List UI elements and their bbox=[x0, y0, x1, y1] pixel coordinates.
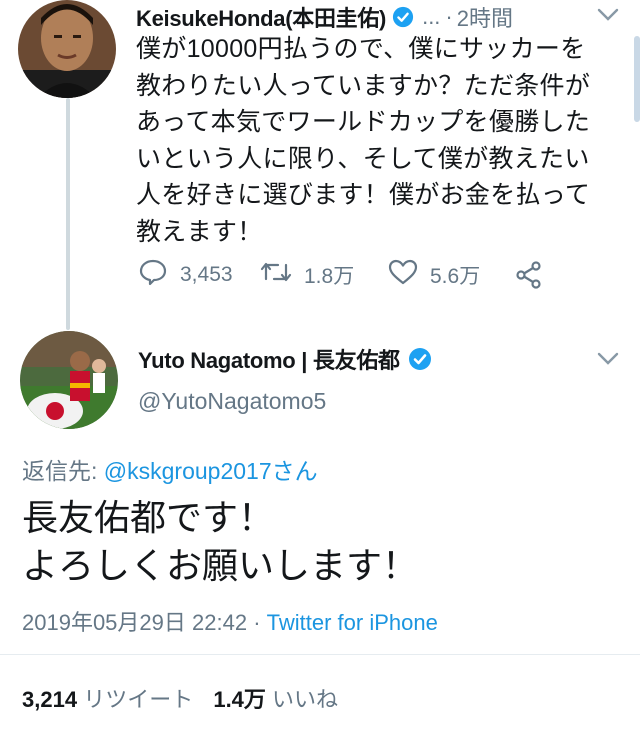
tweet-text-honda: 僕が10000円払うので、僕にサッカーを 教わりたい人っていますか？ただ条件が … bbox=[136, 31, 590, 250]
like-label: いいね bbox=[272, 687, 339, 712]
retweet-label: リツイート bbox=[83, 687, 194, 712]
chevron-down-icon[interactable] bbox=[597, 8, 619, 27]
time-separator: · bbox=[445, 4, 453, 29]
retweet-count: 3,214 bbox=[22, 687, 78, 712]
tweet-text-line: 教わりたい人っていますか？ただ条件が bbox=[136, 71, 591, 100]
reply-to-label: 返信先: bbox=[22, 458, 98, 484]
ellipsis: ... bbox=[422, 4, 441, 29]
scrollbar[interactable] bbox=[634, 36, 640, 122]
retweet-count: 1.8万 bbox=[304, 265, 355, 288]
chevron-down-icon[interactable] bbox=[597, 352, 619, 371]
tweet-text-line: 僕が10000円払うので、僕にサッカーを bbox=[136, 35, 586, 63]
display-name[interactable]: Yuto Nagatomo | 長友佑都 bbox=[138, 343, 400, 375]
tweet-text-line: あって本気でワールドカップを優勝した bbox=[136, 108, 591, 136]
reply-to: 返信先: @kskgroup2017さん bbox=[22, 452, 318, 486]
stat-likes[interactable]: 1.4万 いいね bbox=[213, 687, 338, 712]
reply-button[interactable]: 3,453 bbox=[138, 258, 233, 292]
user-handle[interactable]: @YutoNagatomo5 bbox=[138, 388, 326, 415]
reply-to-handle[interactable]: @kskgroup2017さん bbox=[104, 458, 318, 484]
tweet-text-line: 教えます！ bbox=[136, 217, 263, 246]
share-icon bbox=[514, 261, 544, 294]
tweet-text-line: 長友佑都です！ bbox=[22, 497, 275, 538]
tweet-meta: 2019年05月29日 22:42 · Twitter for iPhone bbox=[22, 605, 438, 637]
tweet-stats: 3,214 リツイート 1.4万 いいね bbox=[22, 682, 338, 714]
tweet-header-honda: KeisukeHonda(本田圭佑) ... · 2時間 bbox=[136, 2, 513, 32]
tweet-date: 2019年05月29日 22:42 bbox=[22, 610, 248, 635]
avatar-honda[interactable] bbox=[18, 0, 116, 98]
like-button[interactable]: 5.6万 bbox=[388, 258, 480, 292]
tweet-source[interactable]: Twitter for iPhone bbox=[267, 610, 438, 635]
like-count: 5.6万 bbox=[430, 265, 481, 288]
source-separator: · bbox=[253, 610, 261, 635]
share-button[interactable] bbox=[514, 260, 544, 295]
display-name[interactable]: KeisukeHonda(本田圭佑) bbox=[136, 1, 386, 33]
tweet-text-nagatomo: 長友佑都です！ よろしくお願いします！ bbox=[22, 494, 418, 590]
tweet-header-nagatomo: Yuto Nagatomo | 長友佑都 bbox=[138, 343, 432, 375]
like-count: 1.4万 bbox=[213, 687, 266, 712]
tweet-actions: 3,453 1.8万 5.6万 bbox=[138, 258, 558, 292]
avatar-nagatomo[interactable] bbox=[20, 331, 118, 429]
tweet-text-line: 人を好きに選びます！僕がお金を払って bbox=[136, 181, 591, 209]
retweet-icon bbox=[260, 259, 304, 291]
thread-line bbox=[66, 98, 70, 330]
tweet-text-line: いという人に限り、そして僕が教えたい bbox=[136, 144, 590, 173]
reply-count: 3,453 bbox=[180, 263, 233, 286]
verified-badge-icon bbox=[392, 6, 414, 28]
stat-retweets[interactable]: 3,214 リツイート bbox=[22, 687, 199, 712]
like-icon bbox=[388, 259, 430, 291]
reply-icon bbox=[138, 258, 180, 292]
verified-badge-icon bbox=[408, 347, 432, 371]
retweet-button[interactable]: 1.8万 bbox=[260, 258, 354, 292]
tweet-time[interactable]: 2時間 bbox=[457, 1, 513, 33]
tweet-text-line: よろしくお願いします！ bbox=[22, 545, 419, 586]
divider bbox=[0, 654, 640, 655]
